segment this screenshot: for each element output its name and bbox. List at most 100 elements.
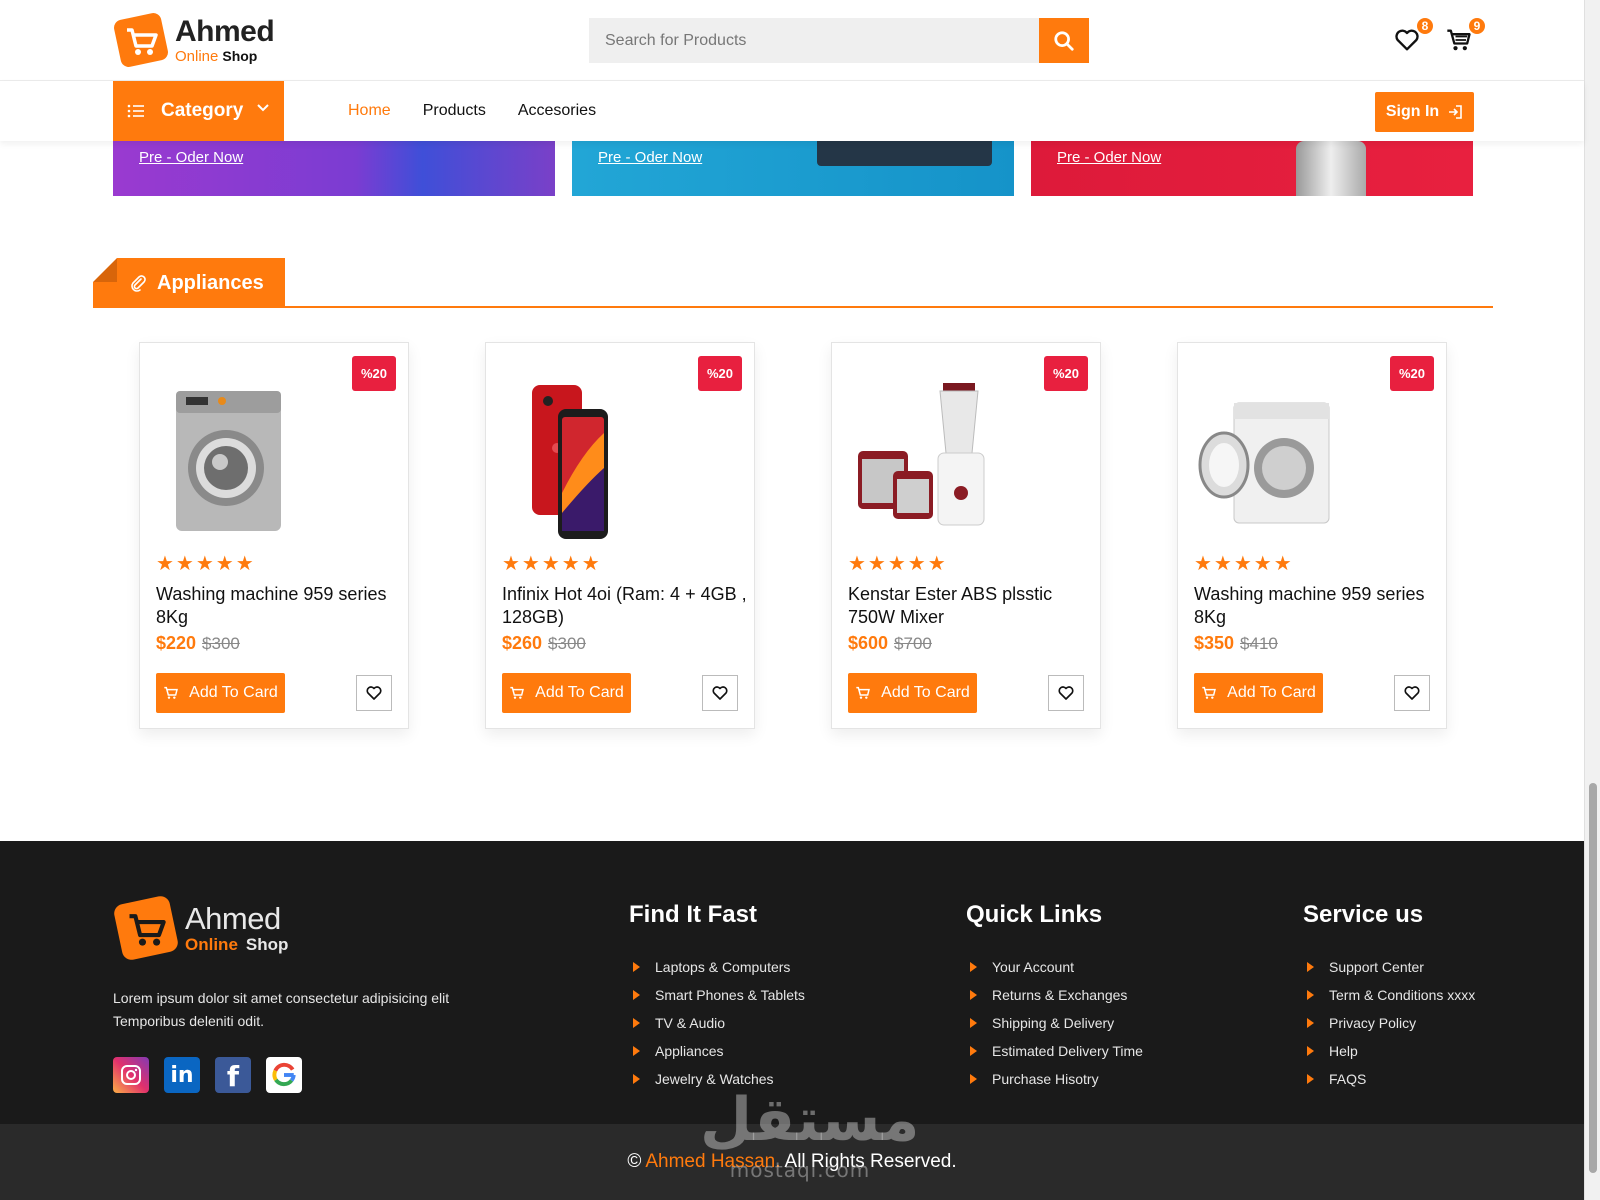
add-to-cart-button[interactable]: Add To Card — [502, 673, 631, 713]
footer-link[interactable]: Support Center — [1303, 953, 1475, 981]
old-price: $300 — [202, 634, 240, 653]
brand-sub-shop: Shop — [222, 47, 258, 64]
add-to-cart-label: Add To Card — [881, 684, 970, 701]
footer-link[interactable]: Returns & Exchanges — [966, 981, 1143, 1009]
google-icon[interactable] — [266, 1057, 302, 1093]
category-dropdown[interactable]: Category — [113, 81, 284, 141]
promo-banner-electronics[interactable]: Pre - Oder Now — [572, 141, 1014, 196]
footer-link[interactable]: Shipping & Delivery — [966, 1009, 1143, 1037]
discount-badge: %20 — [698, 356, 742, 391]
copyright-text: All Rights Reserved. — [784, 1151, 957, 1172]
brand-name: Ahmed — [175, 14, 275, 48]
add-to-cart-label: Add To Card — [535, 684, 624, 701]
brand-logo[interactable]: Ahmed Online Shop — [113, 12, 275, 68]
search-bar — [589, 18, 1089, 63]
wishlist-button[interactable] — [1394, 675, 1430, 711]
social-links: in f — [113, 1057, 317, 1093]
product-card[interactable]: %20 ★★★★★ Infinix Hot 4oi (Ram: 4 + 4GB … — [485, 342, 755, 729]
heart-icon — [1058, 686, 1074, 700]
footer-link[interactable]: TV & Audio — [629, 1009, 805, 1037]
product-name[interactable]: Kenstar Ester ABS plsstic 750W Mixer — [848, 583, 1093, 629]
paperclip-icon — [131, 275, 146, 292]
caret-right-icon — [1307, 990, 1314, 1000]
sign-in-button[interactable]: Sign In — [1375, 92, 1474, 132]
scrollbar-thumb[interactable] — [1589, 783, 1597, 1173]
footer-link[interactable]: Privacy Policy — [1303, 1009, 1475, 1037]
footer-col-title: Quick Links — [966, 901, 1103, 928]
product-card[interactable]: %20 ★★★★★ Washing machine 959 series 8Kg… — [1177, 342, 1447, 729]
instagram-icon[interactable] — [113, 1057, 149, 1093]
cart-icon — [1202, 686, 1217, 699]
footer-link[interactable]: FAQS — [1303, 1065, 1475, 1093]
footer-brand-logo[interactable]: Ahmed Online Shop — [113, 895, 288, 961]
product-card[interactable]: %20 ★★★★★ Kenstar Ester ABS plsstic 750W… — [831, 342, 1101, 729]
footer-link[interactable]: Help — [1303, 1037, 1475, 1065]
add-to-cart-button[interactable]: Add To Card — [848, 673, 977, 713]
section-underline — [93, 306, 1493, 308]
heart-icon — [1404, 686, 1420, 700]
section-title-label: Appliances — [157, 271, 264, 294]
footer-link[interactable]: Jewelry & Watches — [629, 1065, 805, 1093]
footer-link[interactable]: Smart Phones & Tablets — [629, 981, 805, 1009]
device-image — [817, 141, 992, 166]
wishlist-button[interactable]: 8 — [1393, 16, 1435, 56]
discount-badge: %20 — [1044, 356, 1088, 391]
list-icon — [127, 104, 144, 118]
nav-link-products[interactable]: Products — [423, 102, 486, 120]
facebook-icon[interactable]: f — [215, 1057, 251, 1093]
product-name[interactable]: Washing machine 959 series 8Kg — [1194, 583, 1439, 629]
footer-link[interactable]: Purchase Hisotry — [966, 1065, 1143, 1093]
footer-link[interactable]: Estimated Delivery Time — [966, 1037, 1143, 1065]
section-fold-corner — [93, 258, 117, 282]
product-card[interactable]: %20 ★★★★★ Washing machine 959 series 8Kg… — [139, 342, 409, 729]
product-name[interactable]: Infinix Hot 4oi (Ram: 4 + 4GB , 128GB) — [502, 583, 747, 629]
mixer-image — [858, 383, 985, 526]
cart-icon — [164, 686, 179, 699]
discount-badge: %20 — [352, 356, 396, 391]
rating-stars: ★★★★★ — [848, 553, 948, 575]
pre-order-link[interactable]: Pre - Oder Now — [139, 149, 243, 166]
linkedin-icon[interactable]: in — [164, 1057, 200, 1093]
product-price: $220 $300 — [156, 633, 240, 654]
nav-link-home[interactable]: Home — [348, 102, 391, 120]
footer-link[interactable]: Laptops & Computers — [629, 953, 805, 981]
chevron-down-icon — [257, 104, 269, 112]
pre-order-link[interactable]: Pre - Oder Now — [598, 149, 702, 166]
cart-count-badge: 9 — [1467, 16, 1487, 36]
caret-right-icon — [633, 1046, 640, 1056]
add-to-cart-button[interactable]: Add To Card — [1194, 673, 1323, 713]
wishlist-button[interactable] — [1048, 675, 1084, 711]
washing-machine-open-image — [1198, 402, 1330, 524]
footer-link[interactable]: Your Account — [966, 953, 1143, 981]
copyright-name[interactable]: Ahmed Hassan. — [645, 1151, 780, 1173]
promo-banner-appliances[interactable]: Pre - Oder Now — [1031, 141, 1473, 196]
smartphone-image — [532, 385, 608, 539]
caret-right-icon — [970, 962, 977, 972]
mixer-image — [1296, 141, 1366, 196]
search-input[interactable] — [589, 18, 1039, 63]
nav-link-accessories[interactable]: Accesories — [518, 102, 596, 120]
sign-in-label: Sign In — [1385, 103, 1440, 120]
product-name[interactable]: Washing machine 959 series 8Kg — [156, 583, 401, 629]
page-scrollbar[interactable] — [1584, 0, 1600, 1200]
footer-link[interactable]: Term & Conditions xxxx — [1303, 981, 1475, 1009]
search-button[interactable] — [1039, 18, 1089, 63]
promo-banner-phones[interactable]: Pre - Oder Now — [113, 141, 555, 196]
brand-sub-shop: Shop — [245, 935, 289, 954]
pre-order-link[interactable]: Pre - Oder Now — [1057, 149, 1161, 166]
product-price: $260 $300 — [502, 633, 586, 654]
brand-name: Ahmed — [185, 901, 281, 936]
footer-link[interactable]: Appliances — [629, 1037, 805, 1065]
heart-icon — [366, 686, 382, 700]
add-to-cart-button[interactable]: Add To Card — [156, 673, 285, 713]
copyright-symbol: © — [627, 1151, 642, 1172]
old-price: $410 — [1240, 634, 1278, 653]
wishlist-button[interactable] — [702, 675, 738, 711]
brand-sub-online: Online — [185, 935, 238, 954]
main-nav: Category Home Products Accesories Sign I… — [0, 81, 1584, 141]
wishlist-count-badge: 8 — [1415, 16, 1435, 36]
rating-stars: ★★★★★ — [502, 553, 602, 575]
footer-description: Lorem ipsum dolor sit amet consectetur a… — [113, 990, 450, 1029]
wishlist-button[interactable] — [356, 675, 392, 711]
cart-button[interactable]: 9 — [1445, 16, 1487, 56]
